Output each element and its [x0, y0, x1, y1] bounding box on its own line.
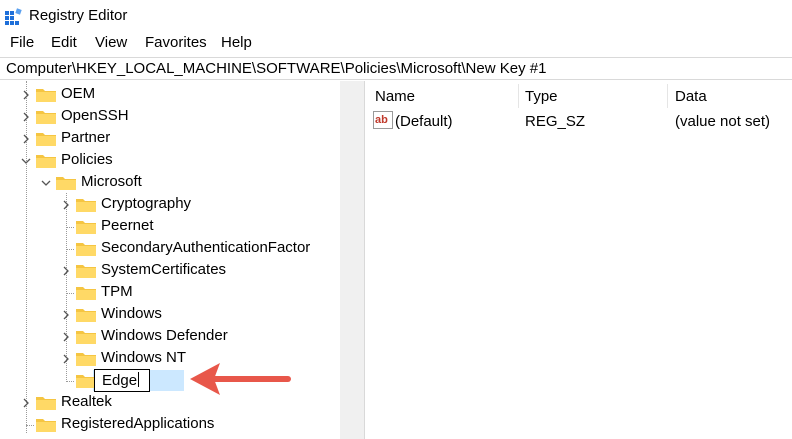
pane-splitter[interactable]: [364, 81, 365, 439]
title-bar: Registry Editor: [0, 0, 792, 32]
menu-bar: File Edit View Favorites Help: [0, 32, 792, 54]
menu-edit[interactable]: Edit: [51, 34, 77, 51]
tree-item-microsoft[interactable]: Microsoft: [0, 172, 340, 194]
tree-item-label: Partner: [61, 129, 111, 146]
tree-item-systemcertificates[interactable]: SystemCertificates: [0, 260, 340, 282]
chevron-right-icon[interactable]: [60, 199, 72, 211]
tree-item-label: SecondaryAuthenticationFactor: [101, 239, 311, 256]
tree-item-tpm[interactable]: TPM: [0, 282, 340, 304]
folder-icon: [36, 155, 56, 168]
tree-item-label: Windows: [101, 305, 162, 322]
tree-item-cryptography[interactable]: Cryptography: [0, 194, 340, 216]
column-header-name[interactable]: Name: [375, 88, 415, 105]
column-header-data[interactable]: Data: [675, 88, 707, 105]
values-list-header: Name Type Data: [365, 81, 792, 111]
value-data: (value not set): [675, 113, 771, 130]
tree-item-label: Windows NT: [101, 349, 187, 366]
string-value-icon: ab: [373, 111, 393, 129]
folder-icon: [76, 331, 96, 344]
chevron-right-icon[interactable]: [60, 331, 72, 343]
chevron-right-icon[interactable]: [20, 133, 32, 145]
tree-item-label: SystemCertificates: [101, 261, 227, 278]
chevron-down-icon[interactable]: [20, 155, 32, 167]
chevron-right-icon[interactable]: [20, 89, 32, 101]
folder-icon: [76, 265, 96, 278]
menu-favorites[interactable]: Favorites: [145, 34, 207, 51]
folder-icon: [76, 353, 96, 366]
tree-item-openssh[interactable]: OpenSSH: [0, 106, 340, 128]
tree-item-label: Peernet: [101, 217, 154, 234]
tree-item-label: TPM: [101, 283, 133, 300]
menu-file[interactable]: File: [10, 34, 34, 51]
folder-icon: [36, 419, 56, 432]
chevron-down-icon[interactable]: [40, 177, 52, 189]
tree-item-registeredapplications[interactable]: RegisteredApplications: [0, 414, 340, 436]
tree-item-policies[interactable]: Policies: [0, 150, 340, 172]
folder-icon: [76, 309, 96, 322]
value-type: REG_SZ: [525, 113, 586, 130]
value-name: (Default): [395, 113, 453, 130]
folder-icon: [76, 199, 96, 212]
folder-icon: [76, 221, 96, 234]
folder-icon: [36, 133, 56, 146]
tree-item-label: Policies: [61, 151, 113, 168]
folder-icon: [36, 89, 56, 102]
tree-item-peernet[interactable]: Peernet: [0, 216, 340, 238]
rename-key-input[interactable]: Edge: [94, 369, 150, 392]
folder-icon: [76, 243, 96, 256]
chevron-right-icon[interactable]: [20, 111, 32, 123]
column-header-type[interactable]: Type: [525, 88, 558, 105]
tree-item-windows-defender[interactable]: Windows Defender: [0, 326, 340, 348]
folder-icon: [56, 177, 76, 190]
window-title: Registry Editor: [29, 7, 128, 24]
tree-item-windows[interactable]: Windows: [0, 304, 340, 326]
folder-icon: [36, 111, 56, 124]
column-divider[interactable]: [518, 84, 519, 108]
red-arrow-icon: [190, 363, 291, 395]
tree-item-label: OpenSSH: [61, 107, 129, 124]
tree-item-label: Microsoft: [81, 173, 142, 190]
tree-item-label: Windows Defender: [101, 327, 228, 344]
chevron-right-icon[interactable]: [60, 353, 72, 365]
svg-text:ab: ab: [375, 114, 388, 126]
tree-item-label: OEM: [61, 85, 96, 102]
tree-line: [66, 381, 74, 382]
tree-item-secondaryauthenticationfactor[interactable]: SecondaryAuthenticationFactor: [0, 238, 340, 260]
folder-icon: [76, 287, 96, 300]
chevron-right-icon[interactable]: [60, 309, 72, 321]
tree-item-label: RegisteredApplications: [61, 415, 215, 432]
rename-key-value: Edge: [102, 372, 138, 389]
tree-item-oem[interactable]: OEM: [0, 84, 340, 106]
tree-item-partner[interactable]: Partner: [0, 128, 340, 150]
tree-item-label: Realtek: [61, 393, 112, 410]
folder-icon: [36, 397, 56, 410]
address-path: Computer\HKEY_LOCAL_MACHINE\SOFTWARE\Pol…: [6, 60, 547, 77]
menu-help[interactable]: Help: [221, 34, 252, 51]
folder-icon: [76, 375, 96, 388]
chevron-right-icon[interactable]: [60, 265, 72, 277]
tree-item-label: Cryptography: [101, 195, 192, 212]
text-caret: [138, 372, 140, 387]
menu-view[interactable]: View: [95, 34, 127, 51]
chevron-right-icon[interactable]: [20, 397, 32, 409]
registry-editor-icon: [5, 8, 22, 25]
address-bar[interactable]: Computer\HKEY_LOCAL_MACHINE\SOFTWARE\Pol…: [0, 57, 792, 80]
column-divider[interactable]: [667, 84, 668, 108]
tree-scrollbar[interactable]: [340, 81, 364, 439]
